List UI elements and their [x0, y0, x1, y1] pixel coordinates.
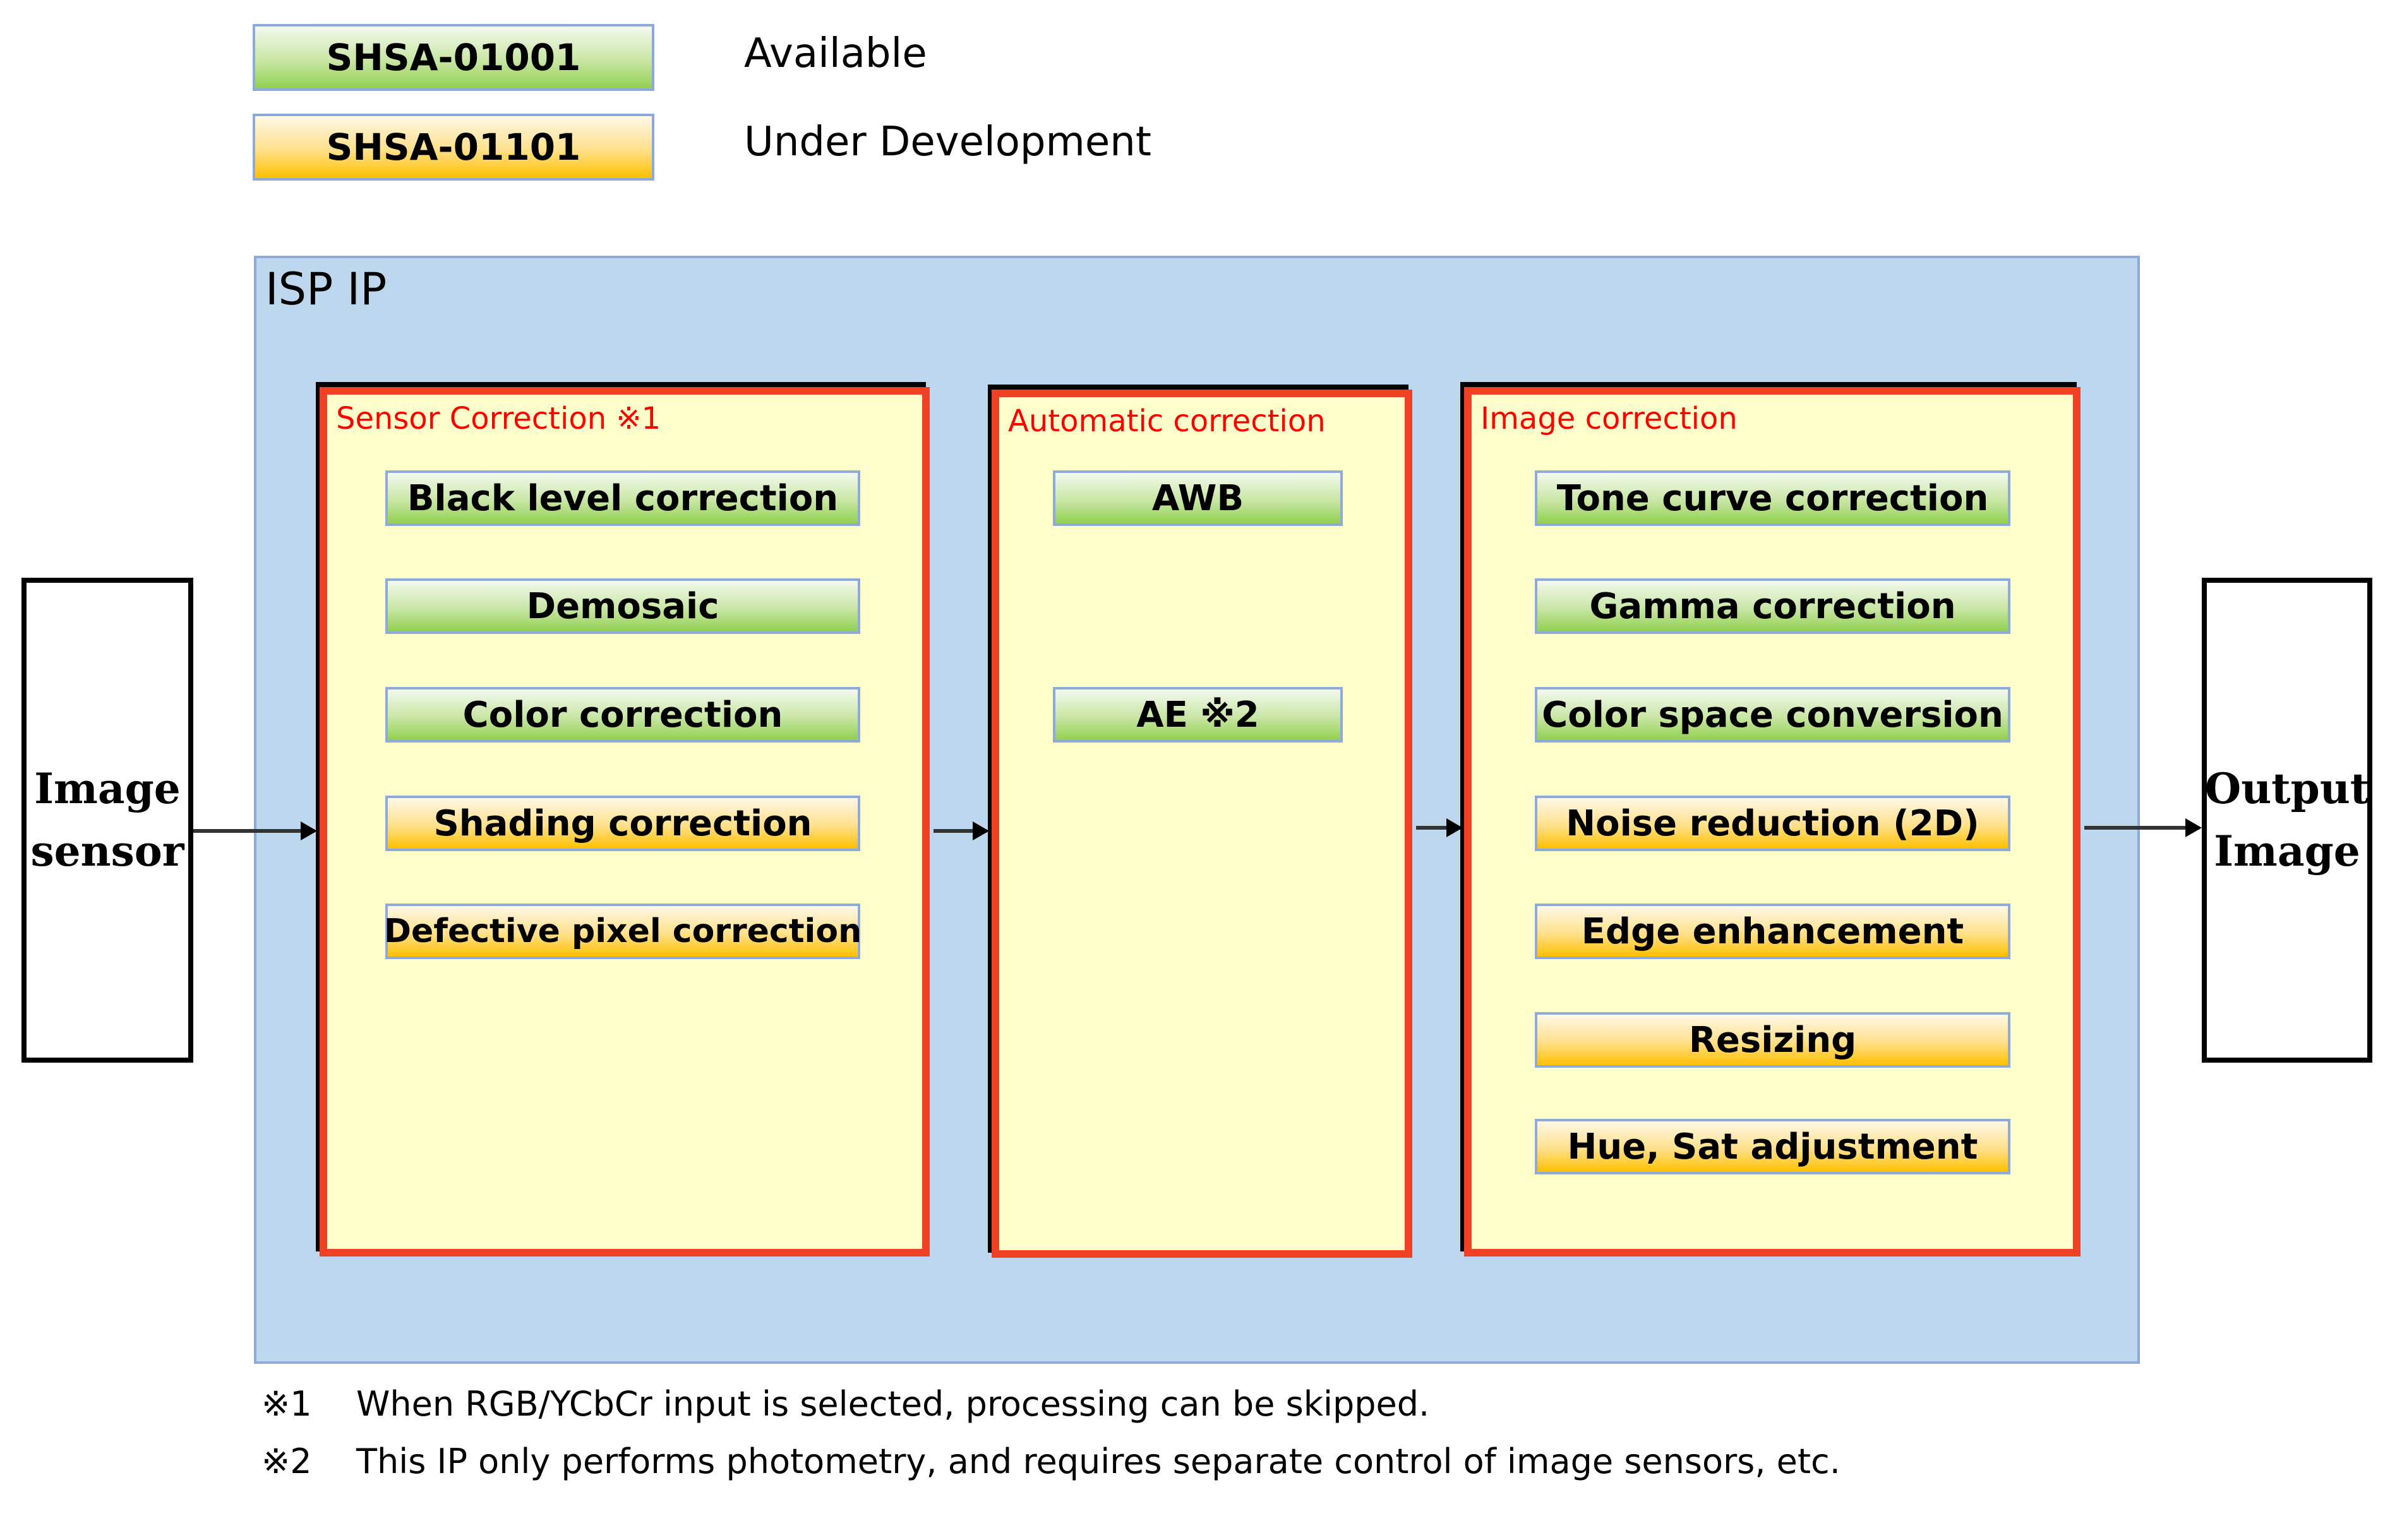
endpoint-label: Image	[2214, 827, 2360, 876]
block-noise-reduction-2d: Noise reduction (2D)	[1535, 796, 2010, 851]
footnote-text: This IP only performs photometry, and re…	[356, 1442, 1841, 1481]
stage-title: Automatic correction	[1008, 403, 1326, 439]
arrow-sensor-to-automatic	[934, 821, 989, 840]
legend-label-under-development: Under Development	[744, 119, 1151, 165]
block-label: Shading correction	[433, 803, 812, 844]
endpoint-label: Image	[34, 764, 181, 813]
block-label: AWB	[1151, 477, 1244, 519]
block-label: Defective pixel correction	[383, 912, 862, 950]
block-label: AE ※2	[1136, 694, 1259, 736]
block-shading-correction: Shading correction	[385, 796, 860, 851]
block-tone-curve-correction: Tone curve correction	[1535, 470, 2010, 526]
stage-title: Image correction	[1480, 401, 1738, 436]
block-defective-pixel-correction: Defective pixel correction	[383, 904, 862, 959]
legend-label-available: Available	[744, 30, 927, 77]
legend-chip-under-development: SHSA-01101	[253, 114, 654, 181]
block-label: Tone curve correction	[1556, 477, 1989, 519]
legend-code: SHSA-01101	[326, 126, 581, 169]
block-label: Gamma correction	[1589, 585, 1956, 627]
block-resizing: Resizing	[1535, 1012, 2010, 1068]
block-color-correction: Color correction	[385, 687, 860, 743]
arrow-sensor-to-isp	[193, 821, 317, 840]
block-awb: AWB	[1053, 470, 1343, 526]
block-label: Color correction	[462, 694, 783, 736]
endpoint-label: sensor	[30, 827, 184, 876]
block-label: Demosaic	[526, 585, 719, 627]
block-color-space-conversion: Color space conversion	[1535, 687, 2010, 743]
footnote-text: When RGB/YCbCr input is selected, proces…	[356, 1384, 1430, 1424]
footnote-1: ※1 When RGB/YCbCr input is selected, proc…	[261, 1384, 1429, 1424]
block-label: Black level correction	[407, 477, 839, 519]
arrow-automatic-to-image	[1416, 818, 1463, 837]
block-hue-sat-adjustment: Hue, Sat adjustment	[1535, 1119, 2010, 1174]
endpoint-label: Output	[2204, 764, 2370, 813]
legend-chip-available: SHSA-01001	[253, 24, 654, 91]
block-label: Noise reduction (2D)	[1566, 803, 1979, 844]
block-label: Edge enhancement	[1581, 910, 1964, 952]
isp-ip-title: ISP IP	[265, 263, 387, 315]
block-gamma-correction: Gamma correction	[1535, 578, 2010, 634]
image-sensor-block: Image sensor	[21, 578, 193, 1063]
block-label: Color space conversion	[1542, 694, 2003, 736]
block-ae: AE ※2	[1053, 687, 1343, 743]
block-edge-enhancement: Edge enhancement	[1535, 904, 2010, 959]
footnote-2: ※2 This IP only performs photometry, and …	[261, 1442, 1841, 1481]
block-label: Resizing	[1688, 1019, 1857, 1061]
stage-title: Sensor Correction ※1	[336, 401, 661, 436]
arrow-image-to-output	[2084, 818, 2202, 837]
legend-code: SHSA-01001	[326, 36, 581, 79]
block-demosaic: Demosaic	[385, 578, 860, 634]
block-label: Hue, Sat adjustment	[1567, 1126, 1978, 1167]
block-black-level-correction: Black level correction	[385, 470, 860, 526]
footnote-mark: ※1	[261, 1384, 312, 1424]
output-image-block: Output Image	[2202, 578, 2372, 1063]
footnote-mark: ※2	[261, 1442, 312, 1481]
